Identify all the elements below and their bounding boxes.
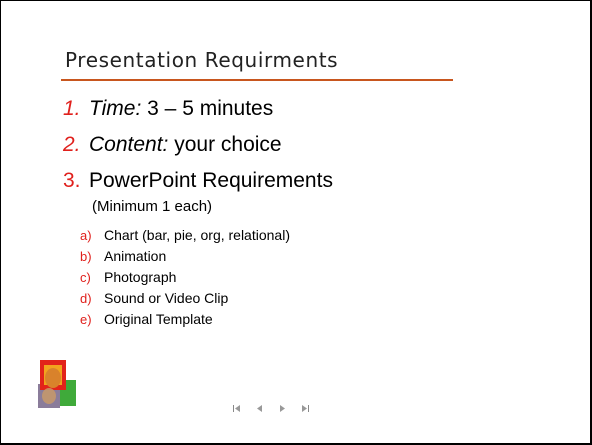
next-slide-icon (279, 404, 285, 412)
list-label: Time: (89, 97, 142, 120)
list-number: 2. (63, 133, 81, 156)
list-text: 3 – 5 minutes (141, 97, 274, 120)
slide-navigation (231, 403, 310, 419)
subitem-photograph: c) Photograph (80, 269, 176, 285)
list-number: 3. (63, 169, 81, 192)
last-slide-icon (301, 404, 309, 412)
subitem-text: Animation (104, 248, 167, 264)
subitem-letter: d) (80, 291, 92, 306)
minimum-note: (Minimum 1 each) (92, 198, 213, 215)
list-label: Content: (89, 133, 169, 156)
slide: Presentation Requirments 1. Time: 3 – 5 m… (0, 0, 592, 445)
subitem-letter: e) (80, 312, 92, 327)
subitem-chart: a) Chart (bar, pie, org, relational) (80, 227, 290, 243)
next-slide-button[interactable] (277, 403, 287, 413)
list-text: your choice (168, 133, 282, 156)
subitem-template: e) Original Template (80, 311, 213, 327)
first-slide-button[interactable] (231, 403, 241, 413)
list-number: 1. (63, 97, 81, 120)
requirements-list: 1. Time: 3 – 5 minutes 2. Content: your ch… (1, 1, 590, 443)
subitem-letter: c) (80, 270, 91, 285)
subitem-sound-video: d) Sound or Video Clip (80, 290, 228, 306)
first-slide-icon (232, 404, 240, 412)
list-item-powerpoint: 3. PowerPoint Requirements (63, 169, 333, 193)
subitem-letter: a) (80, 228, 92, 243)
template-logo-icon (38, 360, 76, 408)
previous-slide-icon (256, 404, 262, 412)
subitem-letter: b) (80, 249, 92, 264)
previous-slide-button[interactable] (254, 403, 264, 413)
subitem-animation: b) Animation (80, 248, 166, 264)
last-slide-button[interactable] (300, 403, 310, 413)
subitem-text: Original Template (104, 311, 213, 327)
subitem-text: Chart (bar, pie, org, relational) (104, 227, 290, 243)
subitem-text: Sound or Video Clip (104, 290, 229, 306)
list-text: PowerPoint Requirements (89, 169, 333, 192)
subitem-text: Photograph (104, 269, 177, 285)
list-item-content: 2. Content: your choice (63, 133, 282, 157)
list-item-time: 1. Time: 3 – 5 minutes (63, 97, 273, 121)
